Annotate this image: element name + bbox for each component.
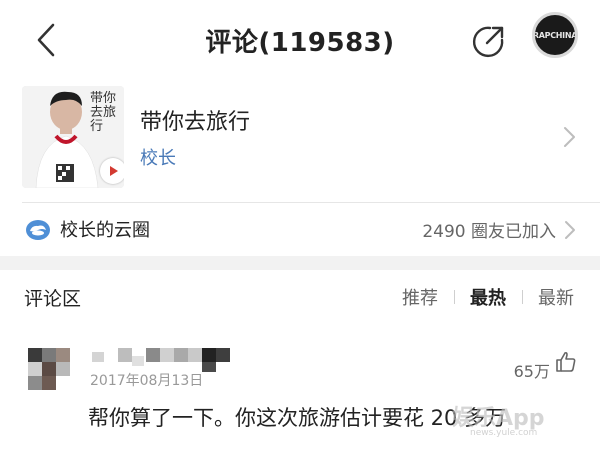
play-icon [110,166,118,176]
comment-text: 帮你算了一下。你这次旅游估计要花 20 多万 [88,406,507,430]
user-avatar-button[interactable]: RAPCHINA [532,12,578,58]
tab-divider [454,290,455,304]
avatar-logo-text: RAPCHINA [532,30,578,40]
tab-hottest[interactable]: 最热 [470,284,506,310]
artist-link[interactable]: 校长 [140,144,176,170]
chevron-right-icon [564,127,575,147]
section-title: 评论区 [24,288,82,310]
song-title: 带你去旅行 [140,110,251,135]
album-cover: 带你去旅行 [22,86,124,188]
cloud-circle-row[interactable]: 校长的云圈 2490 圈友已加入 [0,206,600,252]
thumbs-up-icon[interactable] [554,350,578,374]
like-count: 65万 [513,362,550,381]
comment-date: 2017年08月13日 [90,373,204,389]
divider [22,202,600,203]
section-separator [0,256,600,270]
tab-newest[interactable]: 最新 [538,284,574,310]
share-icon [472,26,504,58]
watermark-subtext: news.yule.com [470,428,538,438]
cover-calligraphy: 带你去旅行 [90,91,117,134]
song-row[interactable]: 带你去旅行 带你去旅行 校长 [0,82,600,194]
page-title: 评论(119583) [205,28,395,58]
cloud-circle-icon [26,220,50,240]
cloud-circle-member-count: 2490 圈友已加入 [422,222,556,242]
chevron-right-icon [565,221,575,239]
cloud-circle-label: 校长的云圈 [60,220,150,241]
header-bar: 评论(119583) RAPCHINA [0,0,600,78]
share-button[interactable] [468,22,508,62]
comments-section-header: 评论区 推荐 最热 最新 [0,272,600,320]
tab-recommended[interactable]: 推荐 [402,284,438,310]
tab-divider [522,290,523,304]
play-button[interactable] [100,158,124,184]
